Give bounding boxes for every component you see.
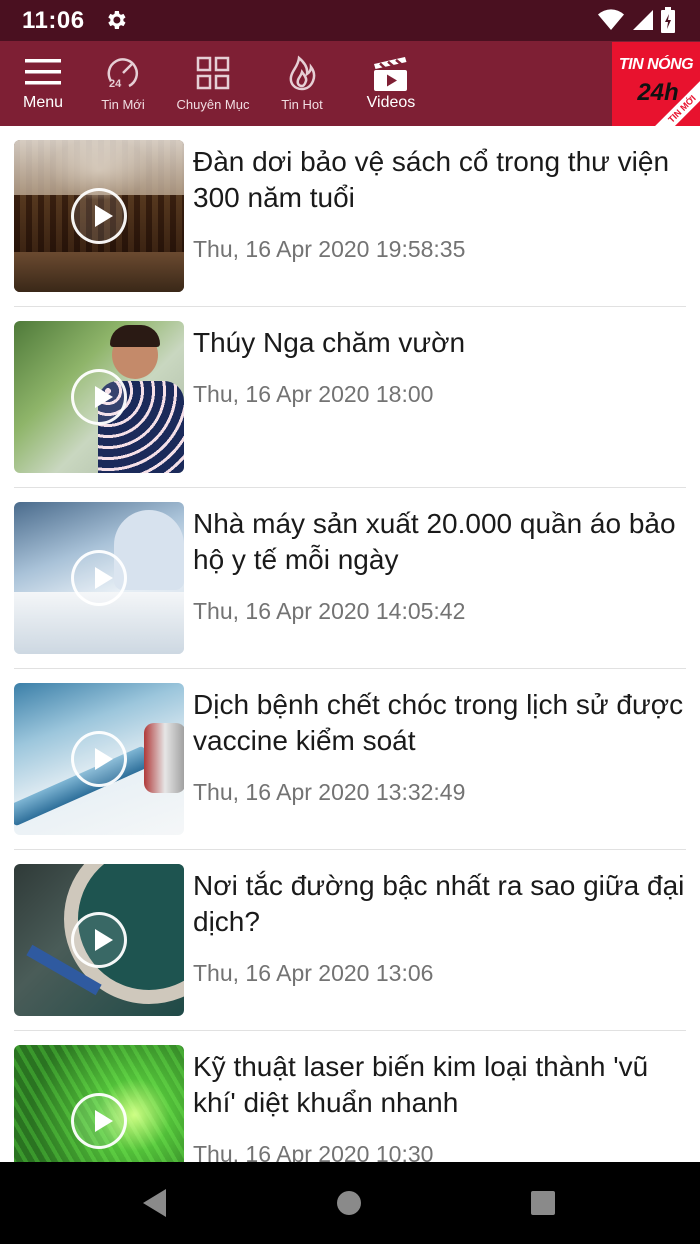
play-button-icon[interactable] — [71, 912, 127, 968]
badge-top-text: TIN NÓNG — [618, 56, 694, 73]
article-thumbnail[interactable] — [14, 683, 184, 835]
tab-chuyen-muc[interactable]: Chuyên Mục — [172, 41, 254, 126]
article-card[interactable]: Nơi tắc đường bậc nhất ra sao giữa đại d… — [14, 850, 686, 1031]
article-date: Thu, 16 Apr 2020 14:05:42 — [193, 598, 466, 624]
system-navigation-bar — [0, 1162, 700, 1244]
status-bar: 11:06 — [0, 0, 700, 41]
article-card[interactable]: Nhà máy sản xuất 20.000 quần áo bảo hộ y… — [14, 488, 686, 669]
article-title[interactable]: Nhà máy sản xuất 20.000 quần áo bảo hộ y… — [193, 506, 685, 578]
battery-icon — [661, 7, 675, 38]
home-icon[interactable] — [336, 1190, 362, 1221]
article-thumbnail[interactable] — [14, 321, 184, 473]
menu-button[interactable]: Menu — [8, 41, 78, 126]
article-date: Thu, 16 Apr 2020 13:32:49 — [193, 779, 466, 805]
article-card[interactable]: Thúy Nga chăm vườn Thu, 16 Apr 2020 18:0… — [14, 307, 686, 488]
svg-text:24: 24 — [109, 78, 122, 90]
play-button-icon[interactable] — [71, 550, 127, 606]
tab-tin-hot-label: Tin Hot — [281, 97, 323, 112]
cell-signal-icon — [632, 9, 654, 36]
article-title[interactable]: Đàn dơi bảo vệ sách cổ trong thư viện 30… — [193, 144, 685, 216]
article-card[interactable]: Dịch bệnh chết chóc trong lịch sử được v… — [14, 669, 686, 850]
categories-grid-icon — [195, 55, 231, 96]
back-icon[interactable] — [142, 1188, 168, 1223]
top-nav-bar: Menu 24 Tin Mới Chuyên Mục Tin Hot Video… — [0, 41, 700, 126]
article-card[interactable]: Kỹ thuật laser biến kim loại thành 'vũ k… — [14, 1031, 686, 1162]
clapperboard-icon — [372, 55, 410, 98]
menu-label: Menu — [22, 94, 64, 111]
article-title[interactable]: Dịch bệnh chết chóc trong lịch sử được v… — [193, 687, 685, 759]
tab-tin-hot[interactable]: Tin Hot — [272, 41, 332, 126]
hamburger-menu-icon — [25, 59, 61, 90]
tab-tin-moi[interactable]: 24 Tin Mới — [92, 41, 154, 126]
play-button-icon[interactable] — [71, 188, 127, 244]
play-button-icon[interactable] — [71, 731, 127, 787]
article-date: Thu, 16 Apr 2020 19:58:35 — [193, 236, 466, 262]
tab-chuyen-muc-label: Chuyên Mục — [176, 97, 250, 112]
article-title[interactable]: Nơi tắc đường bậc nhất ra sao giữa đại d… — [193, 868, 685, 940]
article-thumbnail[interactable] — [14, 140, 184, 292]
article-date: Thu, 16 Apr 2020 10:30 — [193, 1141, 434, 1162]
wifi-icon — [597, 8, 625, 37]
article-thumbnail[interactable] — [14, 502, 184, 654]
article-thumbnail[interactable] — [14, 1045, 184, 1162]
recent-apps-icon[interactable] — [531, 1191, 555, 1220]
article-date: Thu, 16 Apr 2020 18:00 — [193, 381, 434, 407]
video-feed-list[interactable]: Đàn dơi bảo vệ sách cổ trong thư viện 30… — [0, 126, 700, 1162]
article-date: Thu, 16 Apr 2020 13:06 — [193, 960, 434, 986]
article-title[interactable]: Thúy Nga chăm vườn — [193, 325, 685, 361]
article-card[interactable]: Đàn dơi bảo vệ sách cổ trong thư viện 30… — [14, 126, 686, 307]
flame-icon — [287, 55, 317, 96]
tab-videos[interactable]: Videos — [356, 41, 426, 126]
tin-nong-24h-badge[interactable]: TIN NÓNG 24h TIN MỚI — [612, 42, 700, 126]
play-button-icon[interactable] — [71, 1093, 127, 1149]
play-button-icon[interactable] — [71, 369, 127, 425]
tab-tin-moi-label: Tin Mới — [101, 97, 145, 112]
article-title[interactable]: Kỹ thuật laser biến kim loại thành 'vũ k… — [193, 1049, 685, 1121]
clock-24-icon: 24 — [105, 55, 141, 96]
settings-gear-icon — [104, 8, 128, 37]
article-thumbnail[interactable] — [14, 864, 184, 1016]
tab-videos-label: Videos — [366, 94, 416, 111]
status-time: 11:06 — [22, 7, 85, 34]
